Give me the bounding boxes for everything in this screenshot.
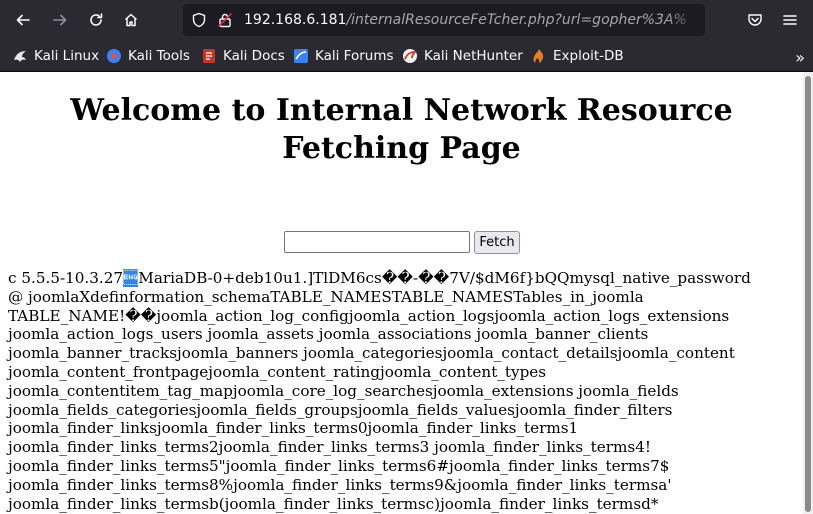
output-line: c 5.5.5-10.3.27MariaDB-0+deb10u1.]TlDM6… [8,269,798,288]
kali-nethunter-icon [403,49,418,63]
forward-button[interactable] [46,6,74,34]
chevron-double-right-icon[interactable]: » [795,48,805,67]
app-menu-button[interactable] [776,6,804,34]
output-line: joomla_finder_links_terms5"joomla_finder… [8,456,670,475]
bookmark-label: Kali Docs [223,48,285,64]
fetch-button[interactable]: Fetch [474,231,520,254]
bookmark-kali-tools[interactable]: Kali Tools [106,46,190,66]
url-text[interactable]: 192.168.6.181/internalResourceFeTcher.ph… [244,12,687,28]
output-text: c 5.5.5-10.3.27 [8,269,124,287]
arrow-right-icon [53,14,67,26]
url-input[interactable] [284,231,470,253]
bookmark-exploit-db[interactable]: Exploit-DB [531,46,624,66]
insecure-lock-icon[interactable] [217,12,233,28]
browser-toolbar: 192.168.6.181/internalResourceFeTcher.ph… [0,0,813,41]
url-fade [665,4,705,36]
output-line: joomla_action_logs_users joomla_assets j… [8,325,649,344]
reload-icon [90,13,103,26]
exploit-db-icon [533,49,544,63]
kali-forums-icon [294,49,308,63]
scrollbar-thumb[interactable] [805,76,811,512]
page-scrollbar[interactable] [803,72,813,514]
reload-button[interactable] [82,6,110,34]
pocket-button[interactable] [741,6,769,34]
output-line: joomla_finder_linksjoomla_finder_links_t… [8,419,579,438]
bookmark-kali-forums[interactable]: Kali Forums [293,46,394,66]
kali-tools-icon [107,49,121,63]
output-line: joomla_banner_tracksjoomla_banners jooml… [8,344,735,363]
bookmark-label: Kali Linux [34,48,100,64]
output-line: joomla_fields_categoriesjoomla_fields_gr… [8,400,673,419]
output-line: joomla_finder_links_terms2joomla_finder_… [8,438,651,457]
bookmark-kali-nethunter[interactable]: Kali NetHunter [402,46,523,66]
bookmark-label: Kali NetHunter [424,48,523,64]
bookmark-label: Kali Forums [315,48,394,64]
home-button[interactable] [117,6,145,34]
selected-text:  [123,269,139,287]
url-bar[interactable]: 192.168.6.181/internalResourceFeTcher.ph… [183,4,705,36]
kali-docs-icon [203,49,215,63]
back-button[interactable] [9,6,37,34]
output-line: @ joomlaXdefinformation_schemaTABLE_NAME… [8,287,644,306]
fetch-output: c 5.5.5-10.3.27MariaDB-0+deb10u1.]TlDM6… [8,269,798,513]
hamburger-menu-icon [783,15,797,25]
page-content: Welcome to Internal Network Resource Fet… [0,72,803,514]
bookmarks-toolbar: Kali Linux Kali Tools Kali Docs Kali For… [0,41,813,72]
output-line: TABLE_NAME!��joomla_action_log_configjoo… [8,306,730,325]
arrow-left-icon [16,14,30,26]
output-line: joomla_finder_links_terms8%joomla_finder… [8,475,672,494]
home-icon [124,13,138,27]
url-host: 192.168.6.181 [244,12,347,28]
bookmark-kali-linux[interactable]: Kali Linux [12,46,99,66]
bookmark-kali-docs[interactable]: Kali Docs [201,46,285,66]
output-text: MariaDB-0+deb10u1.]TlDM6cs��-��7V/$dM6f}… [138,269,751,287]
bookmark-label: Exploit-DB [553,48,624,64]
page-title: Welcome to Internal Network Resource Fet… [70,93,733,166]
shield-icon[interactable] [191,12,207,28]
bookmark-label: Kali Tools [128,48,190,64]
url-path: /internalResourceFeTcher.php?url=gopher%… [346,12,687,28]
kali-dragon-icon [14,51,26,62]
output-line: joomla_contentitem_tag_mapjoomla_core_lo… [8,381,679,400]
output-line: joomla_content_frontpagejoomla_content_r… [8,362,547,381]
pocket-icon [748,14,762,26]
output-line: joomla_finder_links_termsb(joomla_finder… [8,494,659,513]
